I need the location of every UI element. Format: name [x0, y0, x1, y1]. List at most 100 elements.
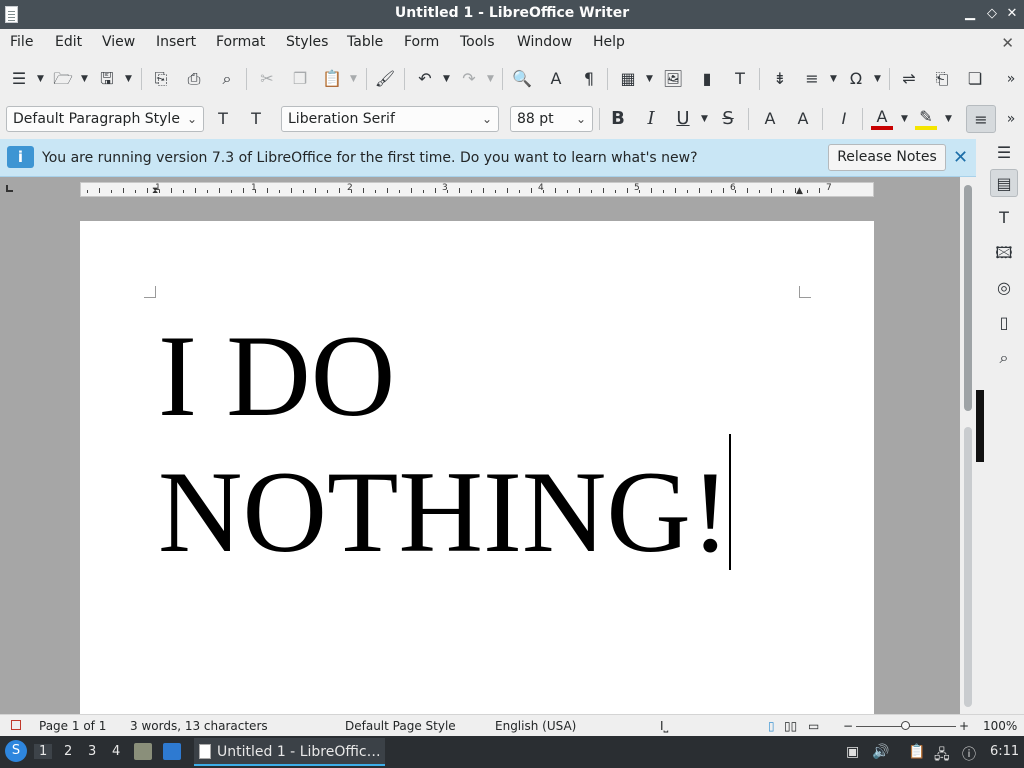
menu-view[interactable]: View [102, 34, 135, 50]
style-inspector-icon[interactable]: ⌕ [990, 344, 1018, 372]
styles-icon[interactable]: T [990, 204, 1018, 232]
sidebar-toggle-handle[interactable] [976, 390, 984, 462]
menu-file[interactable]: File [10, 34, 33, 50]
scrollbar-track[interactable] [964, 427, 972, 707]
new-style-icon[interactable]: T [245, 108, 267, 130]
book-view-icon[interactable]: ▭ [808, 719, 819, 733]
special-char-dropdown-icon[interactable]: ▼ [873, 68, 882, 90]
single-page-view-icon[interactable]: ▯ [768, 719, 775, 733]
special-character-icon[interactable]: Ω [845, 68, 867, 90]
new-dropdown-icon[interactable]: ▼ [36, 68, 45, 90]
language-indicator[interactable]: English (USA) [495, 719, 576, 733]
insert-field-icon[interactable]: ≡ [801, 68, 823, 90]
horizontal-ruler[interactable]: 1 1 2 3 4 5 6 7 ⧗ ▲ [80, 182, 874, 197]
toolbar-overflow-icon[interactable]: » [1000, 68, 1022, 90]
menu-edit[interactable]: Edit [55, 34, 82, 50]
zoom-in-button[interactable]: + [959, 719, 969, 733]
menu-table[interactable]: Table [347, 34, 383, 50]
workspace-2[interactable]: 2 [64, 744, 72, 759]
menu-form[interactable]: Form [404, 34, 439, 50]
vertical-scrollbar[interactable] [960, 177, 976, 714]
font-name-combo[interactable]: Liberation Serif ⌄ [281, 106, 499, 132]
font-size-combo[interactable]: 88 pt ⌄ [510, 106, 593, 132]
document-modified-icon[interactable] [11, 720, 21, 730]
tab-type-selector[interactable] [6, 185, 13, 192]
page-style-indicator[interactable]: Default Page Style [345, 719, 456, 733]
notification-icon[interactable]: ⓘ [962, 744, 976, 764]
export-pdf-icon[interactable]: ⎘ [150, 68, 172, 90]
align-left-icon[interactable]: ≡ [966, 105, 996, 133]
scrollbar-thumb[interactable] [964, 185, 972, 411]
redo-dropdown-icon[interactable]: ▼ [486, 68, 495, 90]
document-canvas[interactable]: 1 1 2 3 4 5 6 7 ⧗ ▲ I DO NOTHING! [0, 177, 960, 714]
undo-dropdown-icon[interactable]: ▼ [442, 68, 451, 90]
subscript-icon[interactable]: A [792, 108, 814, 130]
font-color-icon[interactable]: A [871, 108, 893, 130]
insert-table-icon[interactable]: ▦ [617, 68, 639, 90]
workspace-3[interactable]: 3 [88, 744, 96, 759]
formatting-marks-icon[interactable]: ¶ [578, 68, 600, 90]
redo-icon[interactable]: ↷ [458, 68, 480, 90]
chevron-down-icon[interactable]: ⌄ [576, 107, 586, 131]
zoom-level[interactable]: 100% [983, 719, 1017, 733]
update-style-icon[interactable]: T [212, 108, 234, 130]
close-document-icon[interactable]: ✕ [1001, 34, 1014, 52]
insert-textbox-icon[interactable]: T [729, 68, 751, 90]
minimize-button[interactable]: ▁ [962, 6, 978, 22]
superscript-icon[interactable]: A [759, 108, 781, 130]
menu-format[interactable]: Format [216, 34, 265, 50]
page-indicator[interactable]: Page 1 of 1 [39, 719, 106, 733]
underline-icon[interactable]: U [672, 108, 694, 130]
workspace-4[interactable]: 4 [112, 744, 120, 759]
release-notes-button[interactable]: Release Notes [828, 144, 946, 171]
copy-icon[interactable]: ❐ [289, 68, 311, 90]
selection-mode-icon[interactable]: I⎵ [660, 719, 668, 734]
paste-dropdown-icon[interactable]: ▼ [349, 68, 358, 90]
undo-icon[interactable]: ↶ [414, 68, 436, 90]
menu-styles[interactable]: Styles [286, 34, 328, 50]
italic-icon[interactable]: I [640, 108, 662, 130]
bold-icon[interactable]: B [607, 108, 629, 130]
toolbar-overflow-icon[interactable]: » [1000, 108, 1022, 130]
strikethrough-icon[interactable]: S [717, 108, 739, 130]
chevron-down-icon[interactable]: ⌄ [187, 107, 197, 131]
infobar-close-icon[interactable]: ✕ [953, 147, 968, 168]
page-break-icon[interactable]: ⇟ [769, 68, 791, 90]
open-dropdown-icon[interactable]: ▼ [80, 68, 89, 90]
updates-icon[interactable]: ▣ [846, 744, 859, 760]
left-indent-marker[interactable]: ⧗ [152, 186, 158, 196]
table-dropdown-icon[interactable]: ▼ [645, 68, 654, 90]
insert-image-icon[interactable]: 🖼 [662, 68, 684, 90]
multi-page-view-icon[interactable]: ▯▯ [784, 719, 797, 733]
right-indent-marker[interactable]: ▲ [796, 186, 803, 196]
show-desktop-icon[interactable] [163, 743, 181, 760]
comment-icon[interactable]: ❏ [964, 68, 986, 90]
chevron-down-icon[interactable]: ⌄ [482, 107, 492, 131]
menu-insert[interactable]: Insert [156, 34, 196, 50]
document-body-text[interactable]: I DO NOTHING! [158, 309, 730, 581]
page-icon[interactable]: ▯ [990, 309, 1018, 337]
paragraph-style-combo[interactable]: Default Paragraph Style ⌄ [6, 106, 204, 132]
volume-icon[interactable]: 🔊 [872, 744, 889, 760]
cut-icon[interactable]: ✂ [256, 68, 278, 90]
spelling-icon[interactable]: A [545, 68, 567, 90]
menu-tools[interactable]: Tools [460, 34, 495, 50]
highlight-dropdown-icon[interactable]: ▼ [944, 108, 953, 130]
new-document-icon[interactable]: ☰ [8, 68, 30, 90]
footnote-icon[interactable]: ⎗ [931, 68, 953, 90]
clipboard-icon[interactable]: 📋 [908, 744, 925, 760]
font-color-dropdown-icon[interactable]: ▼ [900, 108, 909, 130]
clear-formatting-icon[interactable]: I [833, 108, 855, 130]
document-page[interactable]: I DO NOTHING! [80, 221, 874, 714]
underline-dropdown-icon[interactable]: ▼ [700, 108, 709, 130]
print-icon[interactable]: ⎙ [183, 68, 205, 90]
file-manager-icon[interactable] [134, 743, 152, 760]
insert-chart-icon[interactable]: ▮ [696, 68, 718, 90]
close-window-button[interactable]: ✕ [1004, 6, 1020, 22]
paste-icon[interactable]: 📋 [321, 68, 343, 90]
sidebar-menu-icon[interactable]: ☰ [990, 139, 1018, 167]
network-icon[interactable]: 🖧 [934, 744, 950, 768]
clock[interactable]: 6:11 [990, 744, 1019, 759]
gallery-icon[interactable]: 🖾 [990, 239, 1018, 267]
print-preview-icon[interactable]: ⌕ [216, 68, 238, 90]
